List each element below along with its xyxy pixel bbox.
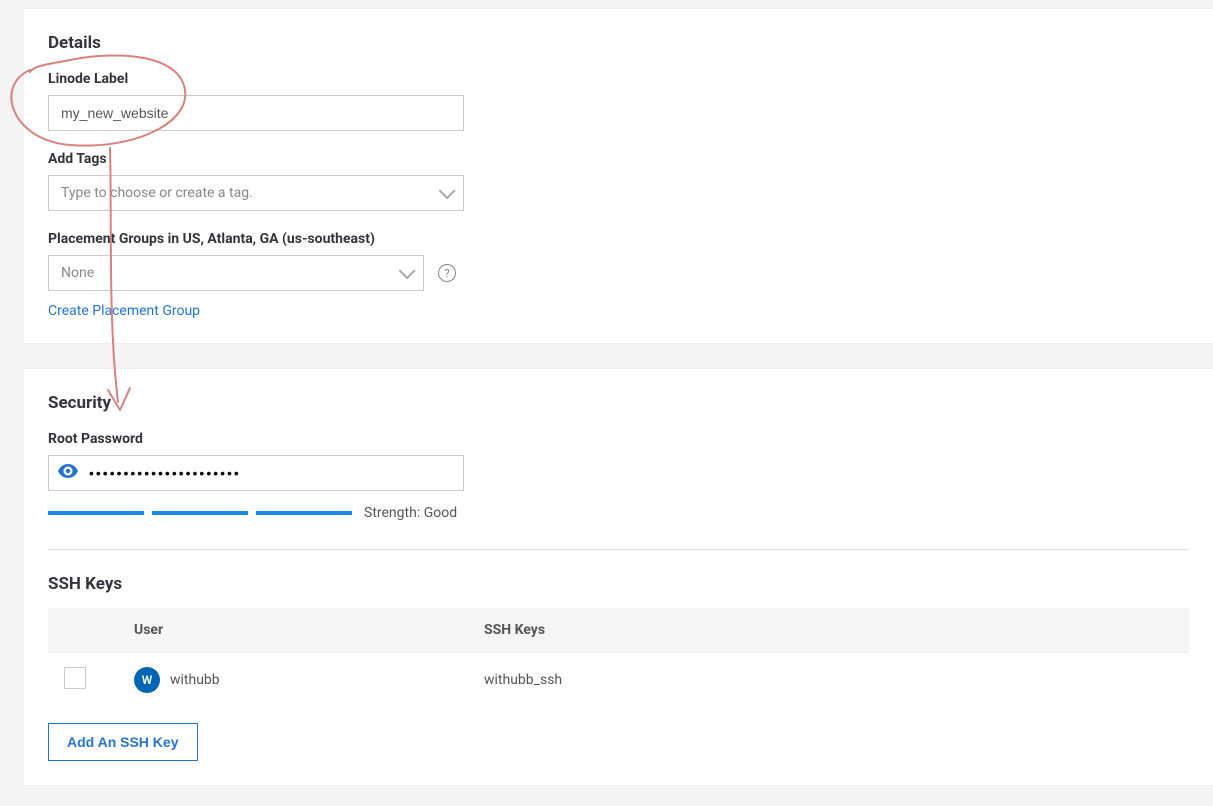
add-tags-label: Add Tags: [48, 151, 1189, 167]
add-tags-group: Add Tags Type to choose or create a tag.: [48, 151, 1189, 211]
placement-group-field: Placement Groups in US, Atlanta, GA (us-…: [48, 231, 1189, 319]
strength-bar-3: [256, 511, 352, 515]
ssh-col-user: User: [118, 608, 468, 653]
strength-bar-2: [152, 511, 248, 515]
details-panel: Details Linode Label Add Tags Type to ch…: [24, 8, 1213, 344]
ssh-row-checkbox[interactable]: [64, 667, 86, 689]
linode-label-group: Linode Label: [48, 71, 1189, 131]
avatar: W: [134, 667, 160, 693]
add-tags-select[interactable]: Type to choose or create a tag.: [48, 175, 464, 211]
placement-select[interactable]: None: [48, 255, 424, 291]
password-strength-meter: Strength: Good: [48, 505, 1189, 521]
ssh-col-keys: SSH Keys: [468, 608, 1189, 653]
security-panel: Security Root Password Strength: Good SS…: [24, 368, 1213, 786]
ssh-key-name: withubb_ssh: [484, 672, 562, 688]
ssh-keys-table: User SSH Keys W withubb withubb_ssh: [48, 608, 1189, 707]
placement-label: Placement Groups in US, Atlanta, GA (us-…: [48, 231, 1189, 247]
root-password-label: Root Password: [48, 431, 1189, 447]
root-password-input[interactable]: [48, 455, 464, 491]
ssh-username: withubb: [170, 672, 220, 688]
add-ssh-key-button[interactable]: Add An SSH Key: [48, 723, 198, 761]
linode-label-label: Linode Label: [48, 71, 1189, 87]
create-placement-link[interactable]: Create Placement Group: [48, 303, 200, 319]
ssh-col-checkbox: [48, 608, 118, 653]
table-row: W withubb withubb_ssh: [48, 653, 1189, 708]
details-title: Details: [48, 33, 1189, 53]
add-tags-placeholder: Type to choose or create a tag.: [61, 185, 253, 201]
ssh-keys-title: SSH Keys: [48, 574, 1189, 594]
eye-icon[interactable]: [58, 464, 78, 482]
placement-selected: None: [61, 265, 94, 281]
divider: [48, 549, 1189, 550]
strength-label: Strength: Good: [364, 505, 457, 521]
chevron-down-icon: [399, 262, 416, 279]
linode-label-input[interactable]: [48, 95, 464, 131]
security-title: Security: [48, 393, 1189, 413]
chevron-down-icon: [439, 182, 456, 199]
help-icon[interactable]: ?: [438, 264, 456, 282]
root-password-group: Root Password Strength: Good: [48, 431, 1189, 521]
strength-bar-1: [48, 511, 144, 515]
